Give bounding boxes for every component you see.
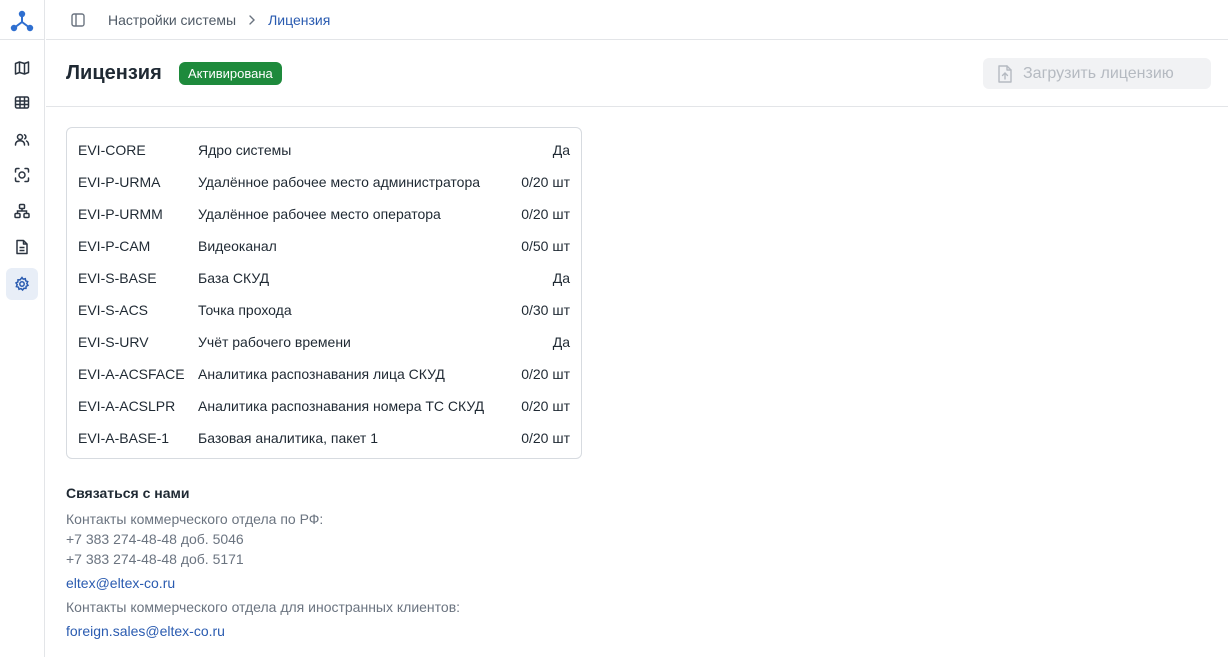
ru-email-link[interactable]: eltex@eltex-co.ru (66, 575, 666, 591)
ru-phone-1: +7 383 274-48-48 доб. 5046 (66, 531, 244, 547)
license-row: EVI-A-ACSLPR Аналитика распознавания номе… (67, 389, 581, 421)
app-logo-icon[interactable] (10, 9, 34, 33)
license-row: EVI-CORE Ядро системы Да (67, 133, 581, 165)
license-code: EVI-P-CAM (78, 238, 151, 254)
license-name: Базовая аналитика, пакет 1 (198, 430, 378, 446)
license-row: EVI-A-ACSFACE Аналитика распознавания лиц… (67, 357, 581, 389)
license-code: EVI-CORE (78, 142, 146, 158)
upload-file-icon (998, 64, 1012, 83)
status-badge: Активирована (179, 62, 282, 85)
license-name: Ядро системы (198, 142, 292, 158)
breadcrumb-settings[interactable]: Настройки системы (108, 12, 236, 28)
rail-item-map[interactable] (6, 52, 38, 84)
license-value: 0/50 шт (521, 238, 570, 254)
contacts-section: Связаться с нами Контакты коммерческого … (66, 485, 666, 639)
breadcrumb-license: Лицензия (268, 11, 331, 28)
ru-phone-2: +7 383 274-48-48 доб. 5171 (66, 551, 244, 567)
license-row: EVI-S-ACS Точка прохода 0/30 шт (67, 293, 581, 325)
document-icon (16, 239, 28, 255)
license-row: EVI-P-URMM Удалённое рабочее место операт… (67, 197, 581, 229)
rail-item-settings[interactable] (6, 268, 38, 300)
page-title: Лицензия (66, 62, 162, 84)
license-value: 0/20 шт (521, 430, 570, 446)
upload-license-label: Загрузить лицензию (1023, 64, 1174, 82)
sidebar-toggle-button[interactable] (70, 12, 86, 28)
license-name: Видеоканал (198, 238, 277, 254)
license-name: Удалённое рабочее место оператора (198, 206, 441, 222)
ru-contacts-label: Контакты коммерческого отдела по РФ: (66, 511, 324, 527)
page-header: Лицензия Активирована Загрузить лицензию (46, 40, 1228, 107)
license-code: EVI-P-URMA (78, 174, 161, 190)
license-code: EVI-P-URMM (78, 206, 163, 222)
license-value: Да (552, 270, 570, 286)
license-value: 0/30 шт (521, 302, 570, 318)
foreign-email-link[interactable]: foreign.sales@eltex-co.ru (66, 623, 666, 639)
map-icon (14, 61, 30, 75)
license-code: EVI-S-BASE (78, 270, 157, 286)
nav-rail (0, 0, 45, 657)
rail-item-users[interactable] (6, 124, 38, 156)
license-value: Да (552, 334, 570, 350)
license-row: EVI-P-URMA Удалённое рабочее место админи… (67, 165, 581, 197)
top-bar: Настройки системы Лицензия (46, 0, 1228, 40)
license-row: EVI-S-URV Учёт рабочего времени Да (67, 325, 581, 357)
users-icon (14, 133, 30, 146)
rail-item-face-scan[interactable] (6, 159, 38, 191)
license-name: Точка прохода (198, 302, 292, 318)
hierarchy-icon (14, 203, 30, 219)
license-name: Аналитика распознавания номера ТС СКУД (198, 398, 485, 414)
license-row: EVI-A-BASE-1 Базовая аналитика, пакет 1 0/… (67, 421, 581, 453)
license-code: EVI-A-ACSLPR (78, 398, 176, 414)
upload-license-button[interactable]: Загрузить лицензию (983, 58, 1211, 89)
foreign-contacts-label: Контакты коммерческого отдела для иностр… (66, 599, 461, 615)
license-value: Да (552, 142, 570, 158)
license-name: База СКУД (198, 270, 270, 286)
license-code: EVI-A-ACSFACE (78, 366, 185, 382)
video-wall-icon (14, 96, 30, 109)
rail-item-documents[interactable] (6, 231, 38, 263)
settings-icon (14, 276, 30, 292)
license-name: Учёт рабочего времени (198, 334, 351, 350)
license-value: 0/20 шт (521, 206, 570, 222)
rail-item-video-wall[interactable] (6, 87, 38, 119)
rail-item-hierarchy[interactable] (6, 195, 38, 227)
license-table: EVI-CORE Ядро системы Да EVI-P-URMA Удалённо… (66, 127, 582, 459)
license-name: Аналитика распознавания лица СКУД (198, 366, 445, 382)
contacts-heading: Связаться с нами (66, 485, 190, 501)
license-row: EVI-P-CAM Видеоканал 0/50 шт (67, 229, 581, 261)
license-value: 0/20 шт (521, 398, 570, 414)
license-value: 0/20 шт (521, 174, 570, 190)
license-row: EVI-S-BASE База СКУД Да (67, 261, 581, 293)
license-code: EVI-S-ACS (78, 302, 149, 318)
license-value: 0/20 шт (521, 366, 570, 382)
license-code: EVI-S-URV (78, 334, 149, 350)
license-name: Удалённое рабочее место администратора (198, 174, 481, 190)
chevron-right-icon (249, 14, 256, 25)
sidebar-toggle-icon (71, 12, 85, 27)
face-scan-icon (14, 167, 30, 183)
license-code: EVI-A-BASE-1 (78, 430, 170, 446)
rail-divider (0, 39, 45, 40)
